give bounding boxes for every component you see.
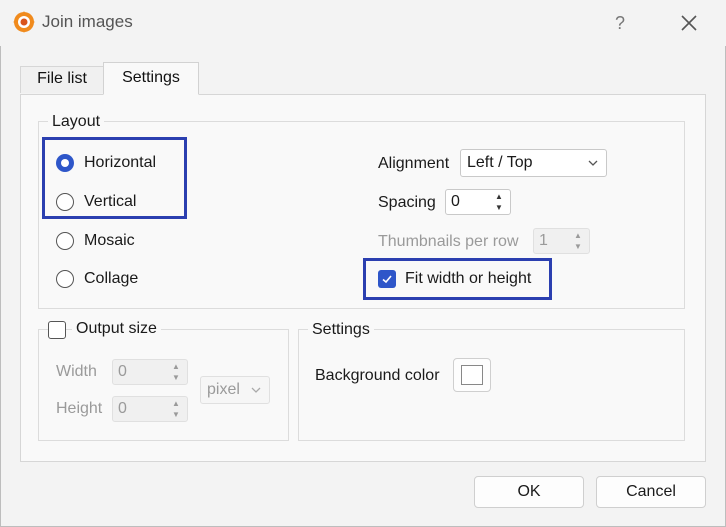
settings-group bbox=[298, 329, 685, 441]
collage-label[interactable]: Collage bbox=[84, 270, 138, 288]
height-stepper[interactable]: 0 ▲ ▼ bbox=[112, 396, 188, 422]
spacing-stepper[interactable]: 0 ▲ ▼ bbox=[445, 189, 511, 215]
vertical-label[interactable]: Vertical bbox=[84, 193, 136, 211]
spacing-spin-buttons: ▲ ▼ bbox=[489, 191, 509, 213]
output-size-label[interactable]: Output size bbox=[72, 320, 161, 338]
tab-settings[interactable]: Settings bbox=[103, 62, 199, 95]
thumbnails-per-row-label: Thumbnails per row bbox=[378, 233, 519, 250]
help-button[interactable]: ? bbox=[606, 10, 634, 36]
width-stepper[interactable]: 0 ▲ ▼ bbox=[112, 359, 188, 385]
output-size-checkbox[interactable] bbox=[48, 321, 66, 339]
spin-up-icon[interactable]: ▲ bbox=[489, 191, 509, 202]
spacing-label: Spacing bbox=[378, 194, 436, 211]
check-icon bbox=[382, 275, 392, 284]
height-value: 0 bbox=[118, 400, 127, 417]
alignment-label: Alignment bbox=[378, 155, 450, 172]
mosaic-radio[interactable] bbox=[56, 232, 74, 250]
alignment-value: Left / Top bbox=[467, 154, 533, 171]
alignment-select[interactable]: Left / Top bbox=[460, 149, 607, 177]
spin-down-icon[interactable]: ▼ bbox=[568, 241, 588, 252]
spin-up-icon[interactable]: ▲ bbox=[166, 398, 186, 409]
height-label: Height bbox=[56, 400, 103, 417]
window-title: Join images bbox=[42, 12, 133, 31]
spin-up-icon[interactable]: ▲ bbox=[568, 230, 588, 241]
spin-down-icon[interactable]: ▼ bbox=[166, 409, 186, 420]
title-bar[interactable]: Join images ? bbox=[0, 0, 726, 46]
ok-button[interactable]: OK bbox=[474, 476, 584, 508]
chevron-down-icon bbox=[588, 160, 598, 166]
fit-checkbox[interactable] bbox=[378, 270, 396, 288]
thumbnails-spin-buttons: ▲ ▼ bbox=[568, 230, 588, 252]
tab-file-list[interactable]: File list bbox=[20, 66, 104, 93]
unit-select[interactable]: pixel bbox=[200, 376, 270, 404]
background-color-label: Background color bbox=[315, 367, 440, 384]
thumbnails-per-row-value: 1 bbox=[539, 232, 548, 249]
horizontal-radio[interactable] bbox=[56, 154, 74, 172]
vertical-radio[interactable] bbox=[56, 193, 74, 211]
unit-value: pixel bbox=[207, 381, 240, 398]
width-value: 0 bbox=[118, 363, 127, 380]
spin-up-icon[interactable]: ▲ bbox=[166, 361, 186, 372]
collage-radio[interactable] bbox=[56, 270, 74, 288]
settings-group-title: Settings bbox=[308, 321, 374, 339]
background-color-swatch bbox=[461, 365, 483, 385]
horizontal-label[interactable]: Horizontal bbox=[84, 154, 156, 172]
fit-label[interactable]: Fit width or height bbox=[405, 270, 531, 288]
width-spin-buttons: ▲ ▼ bbox=[166, 361, 186, 383]
spin-down-icon[interactable]: ▼ bbox=[166, 372, 186, 383]
xnview-app-icon bbox=[13, 11, 35, 33]
width-label: Width bbox=[56, 363, 97, 380]
spacing-value: 0 bbox=[451, 193, 460, 210]
thumbnails-per-row-stepper[interactable]: 1 ▲ ▼ bbox=[533, 228, 590, 254]
mosaic-label[interactable]: Mosaic bbox=[84, 232, 135, 250]
spin-down-icon[interactable]: ▼ bbox=[489, 202, 509, 213]
close-icon[interactable] bbox=[674, 8, 704, 38]
chevron-down-icon bbox=[251, 387, 261, 393]
height-spin-buttons: ▲ ▼ bbox=[166, 398, 186, 420]
background-color-button[interactable] bbox=[453, 358, 491, 392]
layout-group-title: Layout bbox=[48, 113, 105, 131]
cancel-button[interactable]: Cancel bbox=[596, 476, 706, 508]
